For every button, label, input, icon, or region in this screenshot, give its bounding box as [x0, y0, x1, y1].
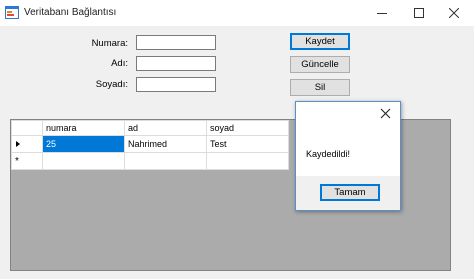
- message-dialog: Kaydedildi! Tamam: [295, 101, 401, 211]
- window-title: Veritabanı Bağlantısı: [24, 7, 117, 18]
- kaydet-button[interactable]: Kaydet: [290, 33, 350, 50]
- grid-corner[interactable]: [11, 120, 43, 136]
- new-row-asterisk-icon: *: [15, 156, 19, 167]
- column-header-numara[interactable]: numara: [42, 120, 125, 136]
- grid-cell-numara[interactable]: 25: [42, 135, 125, 153]
- grid-cell-soyad[interactable]: Test: [206, 135, 289, 153]
- grid-cell-ad[interactable]: Nahrimed: [124, 135, 207, 153]
- new-table-row[interactable]: *: [11, 152, 289, 170]
- grid-cell-soyad[interactable]: [206, 152, 289, 170]
- grid-cell-numara[interactable]: [42, 152, 125, 170]
- minimize-icon[interactable]: [364, 0, 400, 26]
- tamam-button[interactable]: Tamam: [320, 184, 380, 201]
- title-bar: Veritabanı Bağlantısı: [0, 0, 474, 26]
- column-header-ad[interactable]: ad: [124, 120, 207, 136]
- guncelle-button[interactable]: Güncelle: [290, 56, 350, 73]
- row-header[interactable]: *: [11, 152, 43, 170]
- numara-input[interactable]: [136, 35, 216, 50]
- adi-input[interactable]: [136, 56, 216, 71]
- dialog-close-icon[interactable]: [380, 108, 391, 121]
- sil-button[interactable]: Sil: [290, 79, 350, 96]
- soyadi-input[interactable]: [136, 77, 216, 92]
- adi-label: Adı:: [111, 58, 128, 69]
- maximize-icon[interactable]: [400, 0, 436, 26]
- soyadi-label: Soyadı:: [95, 79, 128, 90]
- dialog-message: Kaydedildi!: [306, 149, 351, 159]
- row-header[interactable]: [11, 135, 43, 153]
- column-header-soyad[interactable]: soyad: [206, 120, 289, 136]
- numara-label: Numara:: [91, 38, 128, 49]
- grid-header-row: numara ad soyad: [11, 120, 289, 136]
- dialog-footer: Tamam: [296, 176, 400, 210]
- close-icon[interactable]: [436, 0, 472, 26]
- grid-cell-ad[interactable]: [124, 152, 207, 170]
- table-row[interactable]: 25 Nahrimed Test: [11, 135, 289, 153]
- form-icon: [5, 6, 19, 19]
- current-row-arrow-icon: [16, 141, 20, 147]
